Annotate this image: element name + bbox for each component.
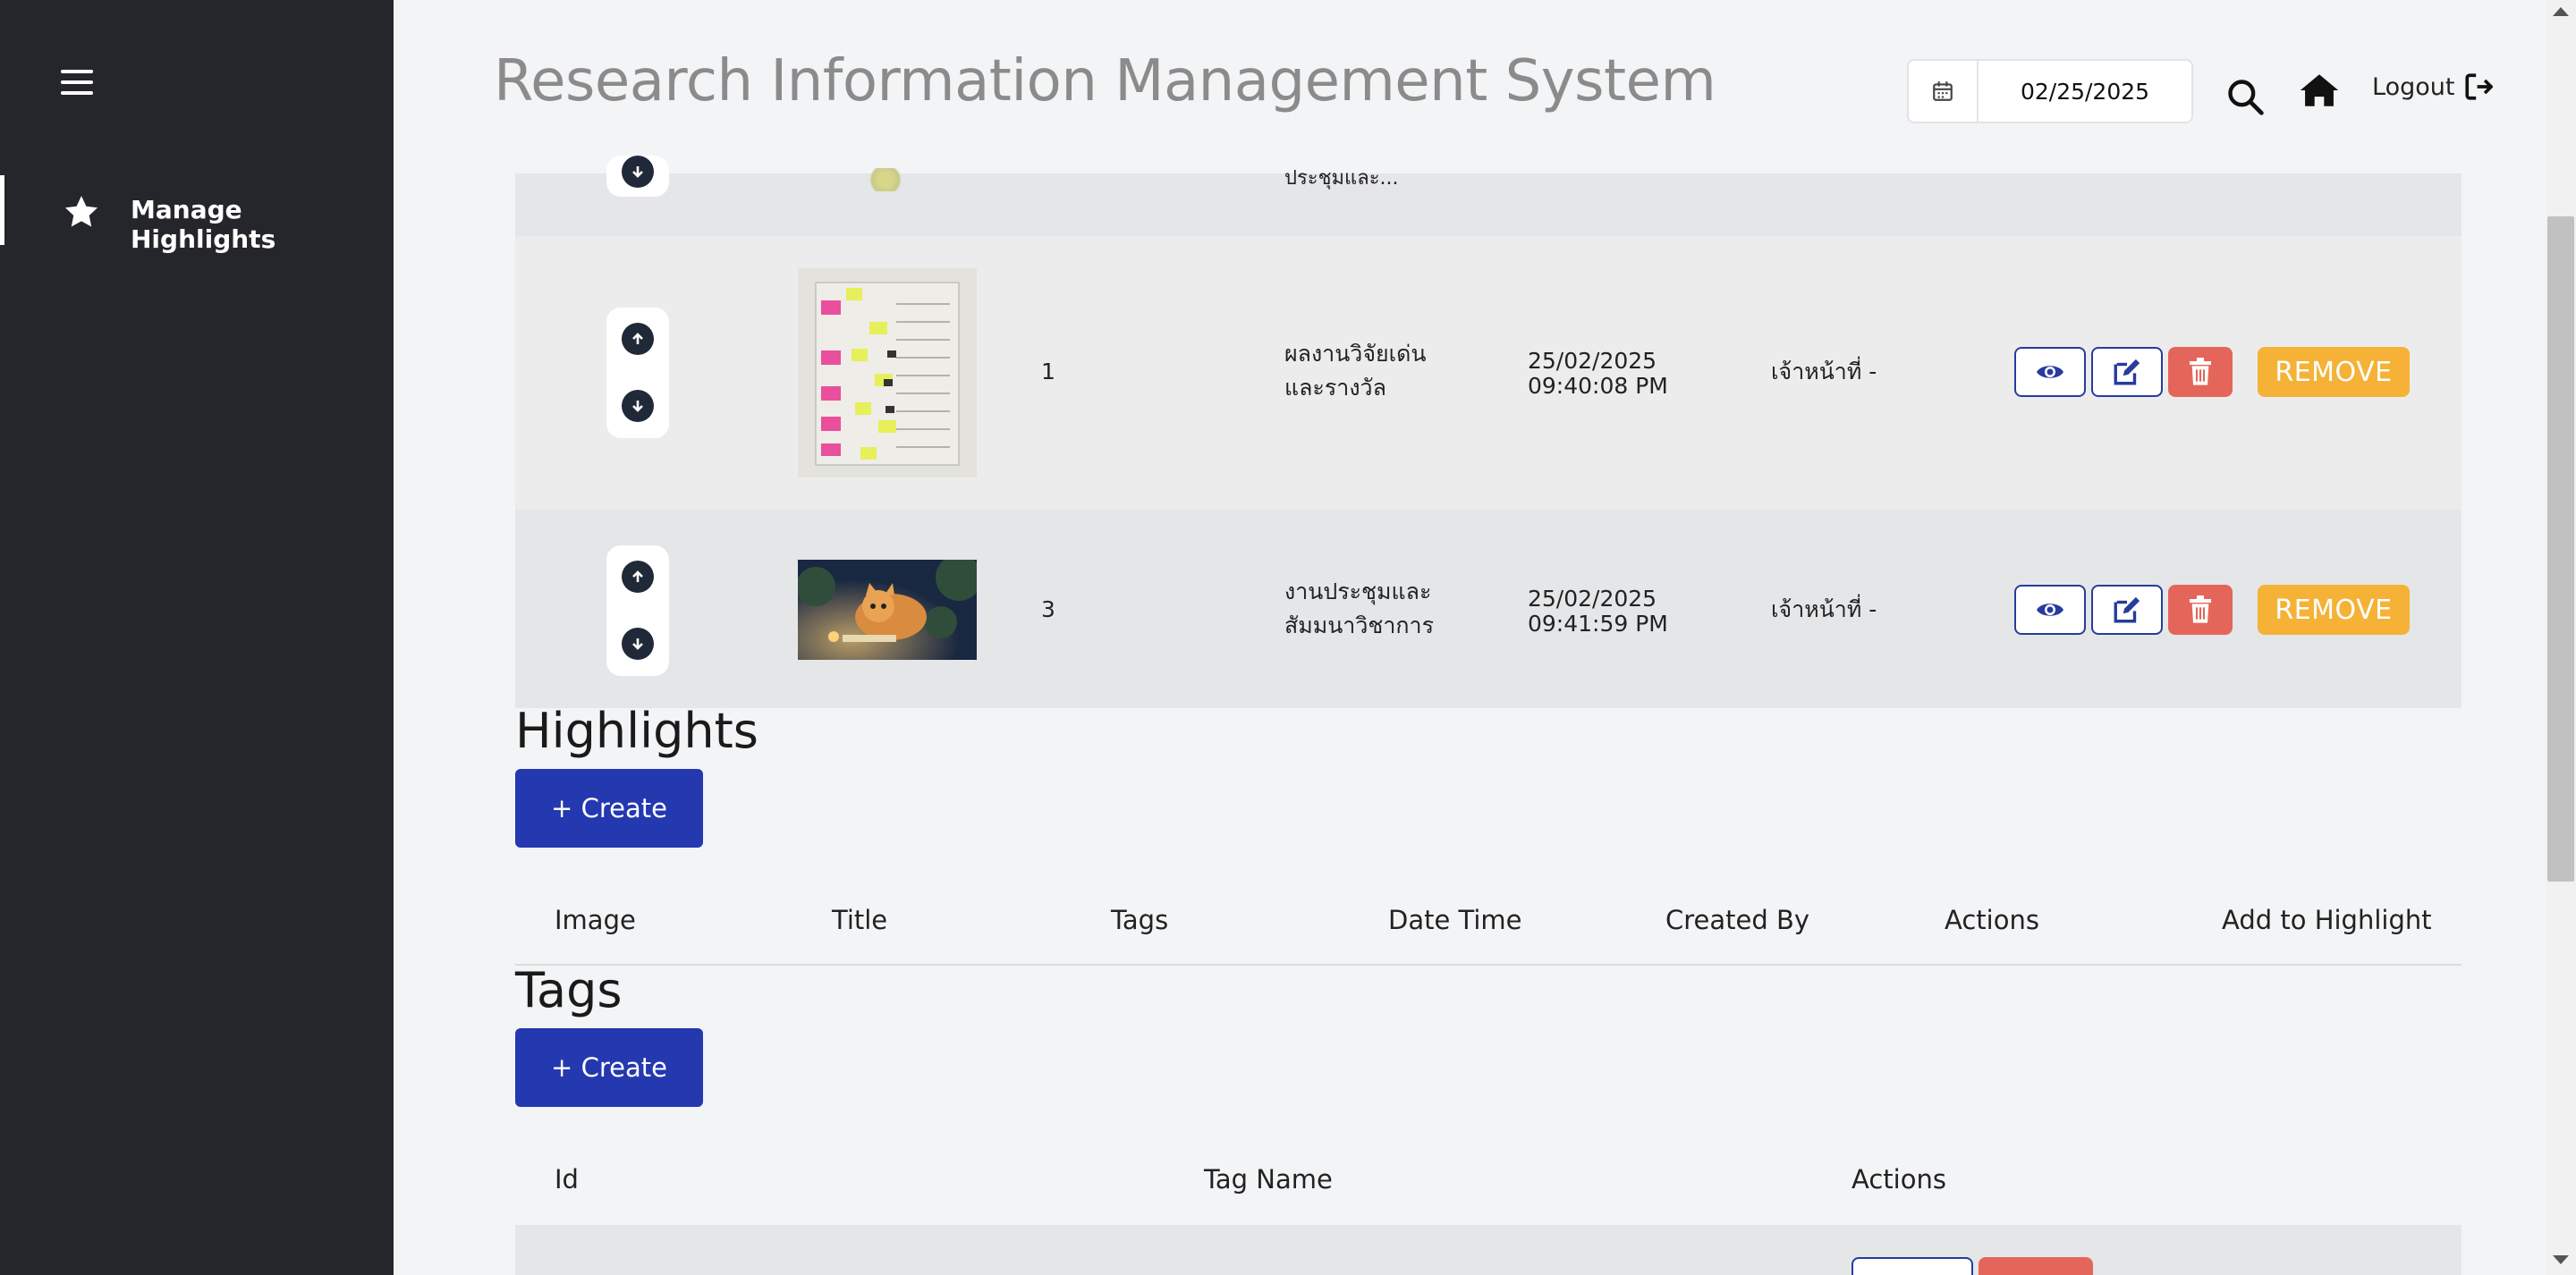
date-picker[interactable]: 02/25/2025: [1907, 59, 2193, 123]
column-header-title: Title: [832, 905, 888, 935]
scrollbar-thumb[interactable]: [2547, 216, 2574, 882]
arrow-down-icon: [632, 401, 643, 412]
column-header-tag-name: Tag Name: [1204, 1164, 1333, 1195]
highlights-heading: Highlights: [515, 703, 758, 759]
edit-icon: [2114, 596, 2140, 623]
column-header-id: Id: [555, 1164, 579, 1195]
column-header-tags: Tags: [1111, 905, 1169, 935]
edit-button[interactable]: [2091, 347, 2163, 397]
create-tag-button[interactable]: + Create: [515, 1028, 703, 1107]
edit-button[interactable]: [2091, 585, 2163, 635]
column-header-add-to-highlight: Add to Highlight: [2222, 905, 2432, 935]
move-up-button[interactable]: [622, 323, 654, 355]
row-time: 09:40:08 PM: [1528, 372, 1668, 399]
row-datetime: 25/02/2025 09:41:59 PM: [1528, 587, 1668, 636]
row-title-line: งานประชุมและ: [1284, 578, 1432, 604]
column-header-actions: Actions: [1945, 905, 2039, 935]
trash-icon: [2190, 595, 2211, 623]
row-datetime: 25/02/2025 09:40:08 PM: [1528, 349, 1668, 398]
tags-heading: Tags: [515, 962, 623, 1018]
delete-button[interactable]: [2168, 585, 2233, 635]
star-icon: [64, 196, 98, 227]
table-row: ประชุมและ...: [515, 156, 2462, 236]
reorder-controls: [606, 545, 669, 676]
remove-from-highlight-button[interactable]: REMOVE: [2258, 347, 2410, 397]
remove-from-highlight-button[interactable]: REMOVE: [2258, 585, 2410, 635]
row-created-by: เจ้าหน้าที่ -: [1771, 596, 1877, 622]
trash-icon: [2190, 358, 2211, 385]
arrow-down-icon: [632, 638, 643, 650]
row-order: 1: [1041, 359, 1055, 384]
active-indicator: [0, 175, 4, 245]
search-icon[interactable]: [2225, 77, 2265, 116]
move-down-button[interactable]: [622, 156, 654, 188]
table-row: 3 งานประชุมและ สัมมนาวิชาการ 25/02/2025 …: [515, 510, 2462, 708]
move-up-button[interactable]: [622, 561, 654, 593]
eye-icon: [2037, 604, 2063, 616]
table-row: 1 ผลงานวิจัยเด่น และรางวัล 25/02/2025 09…: [515, 236, 2462, 510]
row-date: 25/02/2025: [1528, 348, 1657, 374]
page-title: Research Information Management System: [494, 48, 1716, 114]
table-row: [515, 1225, 2462, 1275]
table-divider: [515, 964, 2462, 966]
column-header-image: Image: [555, 905, 636, 935]
row-date: 25/02/2025: [1528, 586, 1657, 612]
edit-button[interactable]: [1852, 1257, 1973, 1275]
logout-button[interactable]: Logout: [2372, 72, 2494, 102]
arrow-down-icon: [632, 166, 643, 178]
row-title: ประชุมและ...: [1284, 167, 1399, 190]
row-time: 09:41:59 PM: [1528, 610, 1668, 637]
row-title: งานประชุมและ สัมมนาวิชาการ: [1284, 579, 1434, 638]
logout-icon: [2465, 73, 2494, 100]
scroll-up-arrow[interactable]: [2553, 7, 2569, 16]
thumbnail-image: [798, 560, 977, 660]
view-button[interactable]: [2014, 585, 2086, 635]
home-icon[interactable]: [2299, 72, 2340, 109]
logout-label: Logout: [2372, 72, 2455, 101]
delete-button[interactable]: [2168, 347, 2233, 397]
column-header-date-time: Date Time: [1388, 905, 1522, 935]
eye-icon: [2037, 366, 2063, 378]
sidebar-item-manage-highlights[interactable]: Manage Highlights: [0, 175, 394, 254]
create-highlight-button[interactable]: + Create: [515, 769, 703, 848]
reorder-controls: [606, 308, 669, 438]
row-order: 3: [1041, 596, 1055, 622]
arrow-up-icon: [632, 333, 643, 344]
column-header-created-by: Created By: [1665, 905, 1810, 935]
move-down-button[interactable]: [622, 390, 654, 422]
date-value[interactable]: 02/25/2025: [1979, 61, 2191, 122]
thumbnail-image: [798, 268, 977, 477]
column-header-tag-actions: Actions: [1852, 1164, 1946, 1195]
arrow-up-icon: [632, 570, 643, 582]
thumbnail-image: [866, 168, 905, 191]
delete-button[interactable]: [1979, 1257, 2093, 1275]
calendar-icon[interactable]: [1909, 61, 1979, 122]
view-button[interactable]: [2014, 347, 2086, 397]
edit-icon: [2114, 359, 2140, 385]
row-title: ผลงานวิจัยเด่น และรางวัล: [1284, 342, 1427, 400]
row-title-line: ผลงานวิจัยเด่น: [1284, 341, 1427, 367]
row-title-line: สัมมนาวิชาการ: [1284, 612, 1434, 638]
sidebar-item-label: Manage Highlights: [131, 195, 276, 254]
sidebar: Manage Highlights: [0, 0, 394, 1275]
row-title-line: และรางวัล: [1284, 374, 1386, 401]
reorder-controls: [606, 156, 669, 197]
scroll-down-arrow[interactable]: [2553, 1255, 2569, 1264]
row-created-by: เจ้าหน้าที่ -: [1771, 359, 1877, 384]
move-down-button[interactable]: [622, 628, 654, 660]
hamburger-icon[interactable]: [61, 70, 93, 97]
